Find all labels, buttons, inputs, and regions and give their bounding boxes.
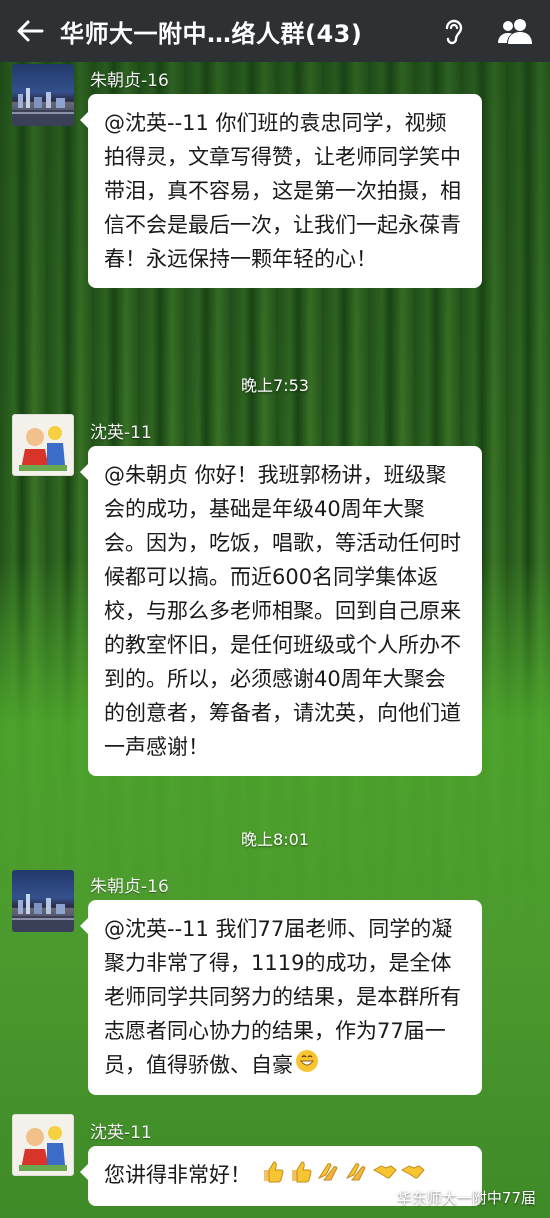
clapping-hands-emoji-icon	[344, 1158, 370, 1194]
avatar[interactable]	[12, 1114, 74, 1176]
sender-name: 沈英-11	[90, 423, 152, 443]
timestamp: 晚上8:01	[241, 830, 309, 849]
cartoon-avatar-image	[19, 1126, 67, 1171]
thumbs-up-emoji-icon	[288, 1158, 314, 1194]
message-bubble[interactable]: @沈英--11 我们77届老师、同学的凝聚力非常了得，1119的成功，是全体老师…	[80, 900, 482, 1095]
voice-mode-button[interactable]	[428, 0, 480, 62]
group-members-button[interactable]	[480, 0, 550, 62]
message-bubble[interactable]: @沈英--11 你们班的袁忠同学，视频拍得灵，文章写得赞，让老师同学笑中带泪，真…	[80, 94, 482, 288]
cartoon-avatar-image	[19, 426, 67, 471]
city-night-avatar-image	[12, 88, 74, 126]
back-button[interactable]	[0, 0, 60, 62]
chat-header: 华师大一附中…络人群(43)	[0, 0, 550, 62]
sender-name: 沈英-11	[90, 1123, 152, 1143]
group-members-icon	[498, 19, 532, 44]
timestamp: 晚上7:53	[241, 376, 309, 395]
avatar[interactable]	[12, 64, 74, 126]
message-text: 您讲得非常好！	[104, 1163, 251, 1187]
wechat-logo-icon	[369, 1188, 392, 1206]
thumbs-up-emoji-icon	[260, 1158, 286, 1194]
wechat-watermark: 华东师大一附中77届	[369, 1187, 536, 1208]
sender-name: 朱朝贞-16	[90, 71, 169, 91]
clapping-hands-emoji-icon	[316, 1158, 342, 1194]
watermark-text: 华东师大一附中77届	[396, 1189, 536, 1207]
message-text: @沈英--11 我们77届老师、同学的凝聚力非常了得，1119的成功，是全体老师…	[104, 917, 461, 1077]
avatar[interactable]	[12, 870, 74, 932]
ear-icon	[445, 19, 463, 45]
avatar[interactable]	[12, 414, 74, 476]
chat-title: 华师大一附中…络人群(43)	[60, 19, 363, 48]
back-arrow-icon	[17, 20, 44, 42]
city-night-avatar-image	[12, 894, 74, 932]
message-bubble[interactable]: @朱朝贞 你好！我班郭杨讲，班级聚会的成功，基础是年级40周年大聚会。因为，吃饭…	[80, 446, 482, 776]
grinning-face-emoji-icon	[295, 1049, 319, 1083]
sender-name: 朱朝贞-16	[90, 877, 169, 897]
